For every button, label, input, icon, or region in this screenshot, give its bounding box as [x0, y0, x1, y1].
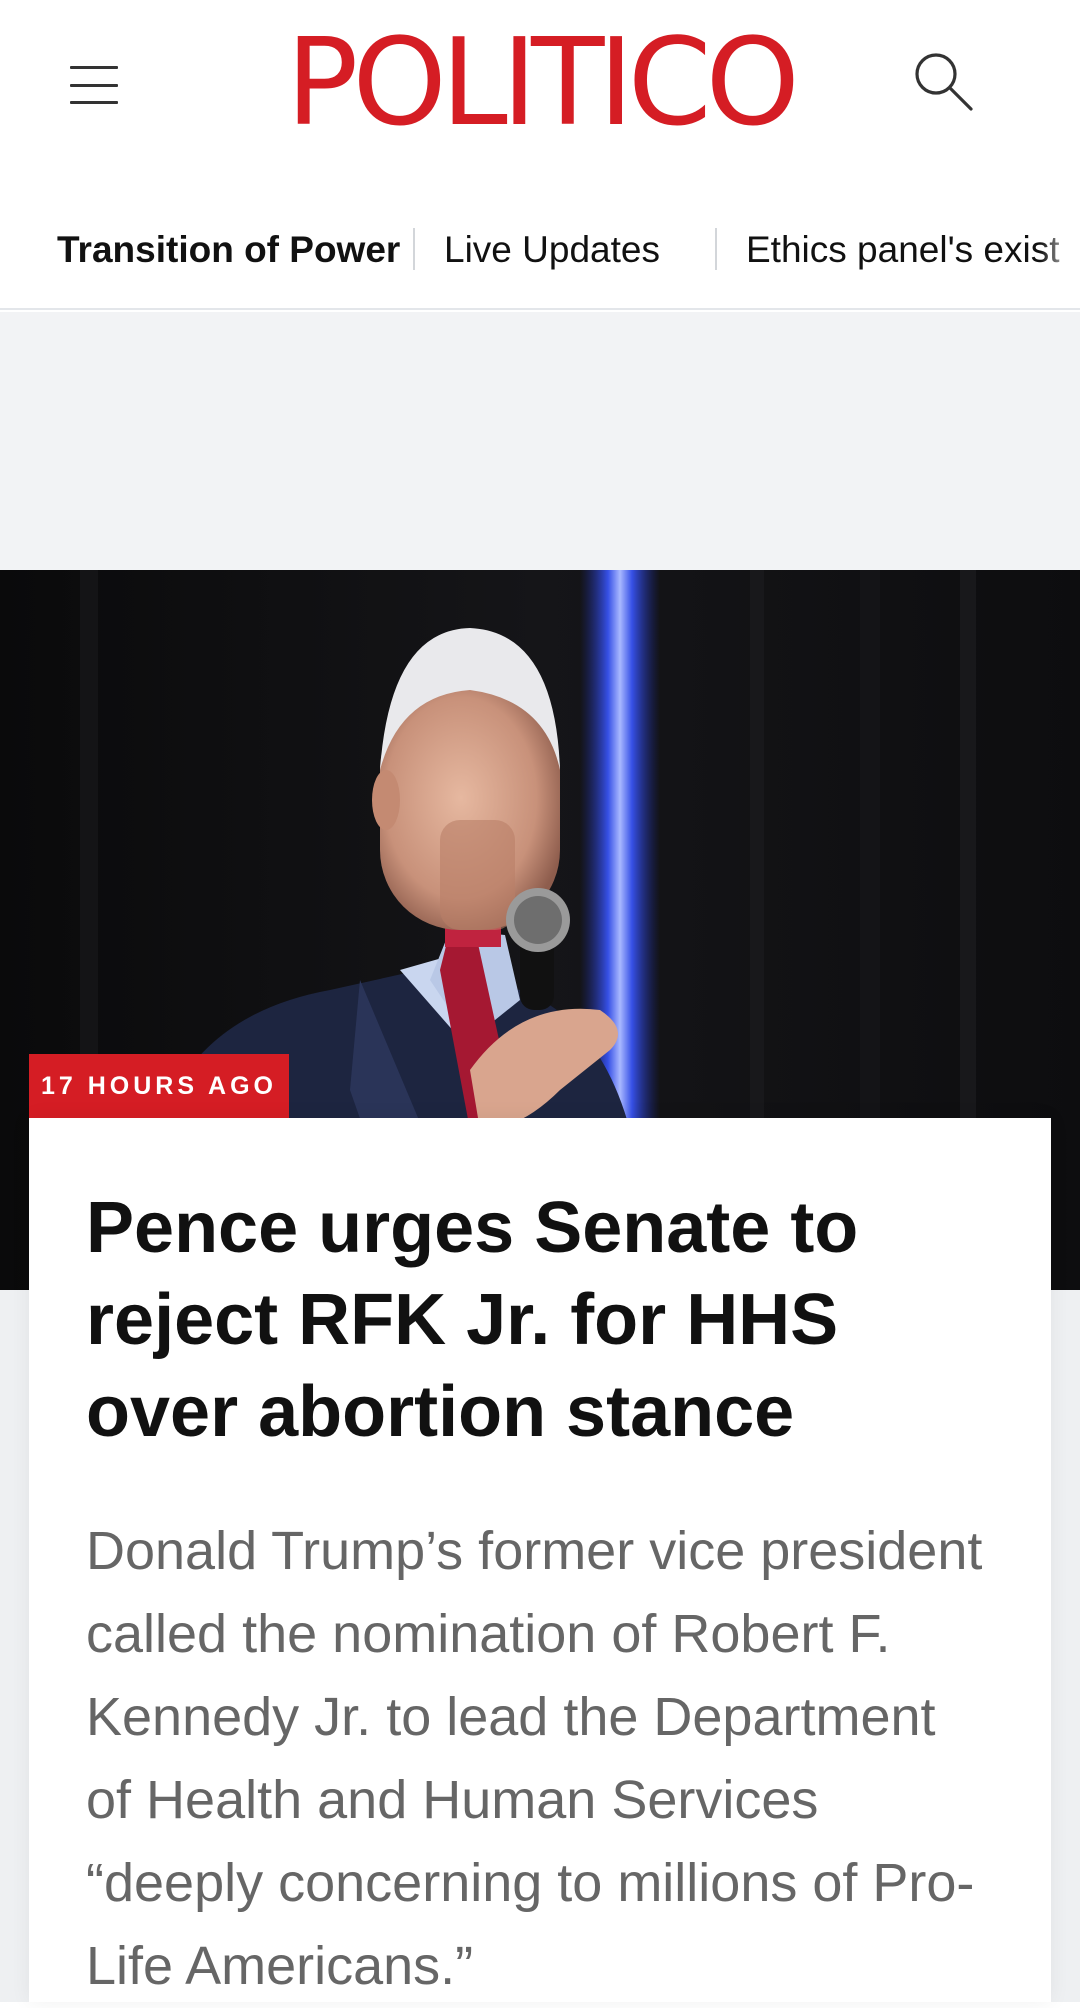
article-dek: Donald Trump’s former vice president cal… — [86, 1521, 983, 1996]
nav-fade-overlay — [1040, 200, 1080, 308]
ad-placeholder — [0, 312, 1080, 570]
headline-text-1: urges Senate to — [298, 1188, 859, 1268]
site-header: POLITICO — [0, 0, 1080, 170]
search-icon[interactable] — [906, 46, 978, 118]
article-headline[interactable]: Pence urges Senate to reject RFK Jr. for… — [86, 1182, 1006, 1458]
timestamp-badge: 17 HOURS AGO — [29, 1054, 289, 1118]
topic-nav-strip[interactable]: Transition of Power Live Updates Ethics … — [0, 200, 1080, 310]
headline-bold-2: reject RFK Jr. — [86, 1280, 551, 1360]
nav-item-live-updates[interactable]: Live Updates — [444, 230, 660, 270]
nav-item-ethics-panel[interactable]: Ethics panel's exist — [746, 230, 1060, 270]
article-card[interactable]: Pence urges Senate to reject RFK Jr. for… — [29, 1118, 1051, 2002]
nav-item-transition-of-power[interactable]: Transition of Power — [57, 230, 400, 270]
nav-divider — [413, 228, 415, 270]
headline-bold-1: Pence — [86, 1188, 299, 1268]
nav-divider — [715, 228, 717, 270]
